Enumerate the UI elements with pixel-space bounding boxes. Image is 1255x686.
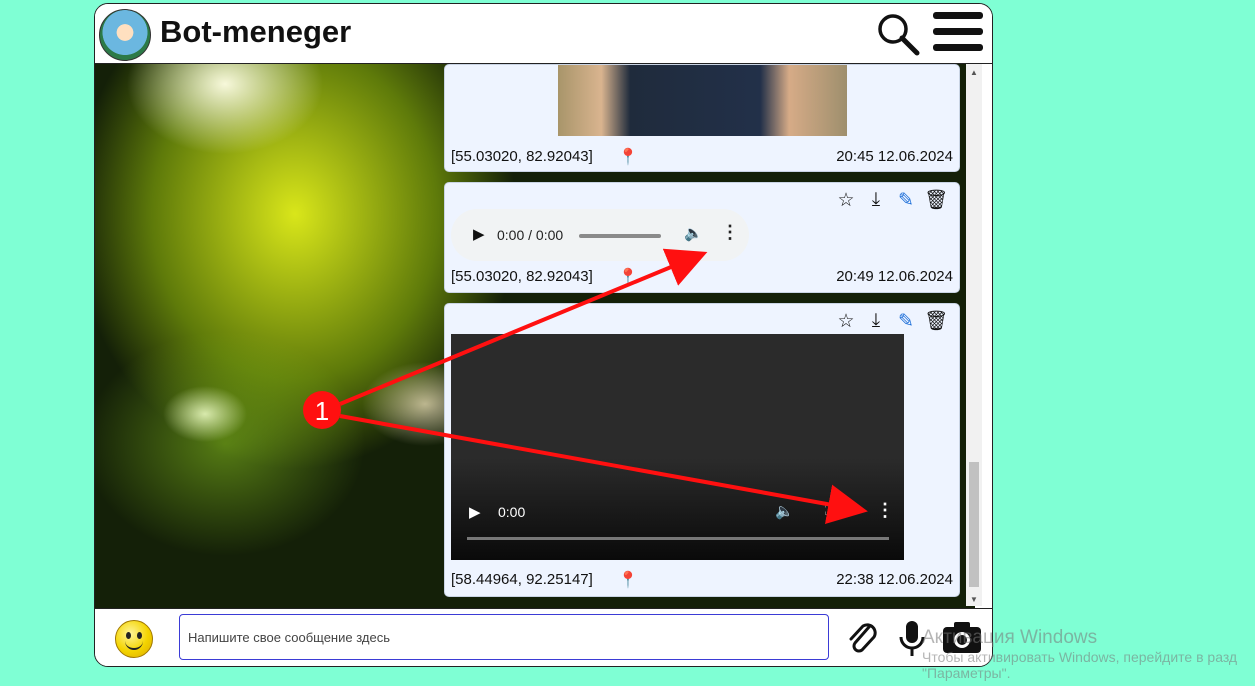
location-pin-icon[interactable]: 📍 <box>618 570 638 590</box>
audio-time: 0:00 / 0:00 <box>497 227 564 243</box>
star-icon[interactable]: ☆ <box>835 189 857 211</box>
hamburger-menu-icon[interactable] <box>933 12 983 56</box>
edit-pencil-icon[interactable]: ✎ <box>895 310 917 332</box>
location-pin-icon[interactable]: 📍 <box>618 267 638 287</box>
location-pin-icon[interactable]: 📍 <box>618 147 638 167</box>
message-timestamp: 20:49 12.06.2024 <box>836 268 953 285</box>
audio-seek-bar[interactable] <box>579 234 661 238</box>
composer-footer <box>95 608 992 666</box>
chat-scrollbar[interactable]: ▲ ▼ <box>966 64 982 606</box>
more-options-icon[interactable]: ⋮ <box>721 222 739 243</box>
message-audio: ☆ ⤓ ✎ 🗑 ▶ 0:00 / 0:00 🔈 ⋮ [55.03020, 82.… <box>444 182 960 293</box>
play-icon[interactable]: ▶ <box>469 503 481 521</box>
smiley-icon[interactable] <box>115 620 153 658</box>
audio-player[interactable]: ▶ 0:00 / 0:00 🔈 ⋮ <box>451 209 749 261</box>
scroll-up-icon[interactable]: ▲ <box>970 68 978 77</box>
message-actions: ☆ ⤓ ✎ 🗑 <box>835 189 948 211</box>
play-icon[interactable]: ▶ <box>473 225 485 243</box>
scrollbar-thumb[interactable] <box>969 462 979 587</box>
message-timestamp: 22:38 12.06.2024 <box>836 571 953 588</box>
volume-icon[interactable]: 🔈 <box>684 224 703 242</box>
download-icon[interactable]: ⤓ <box>865 189 887 211</box>
message-video: ☆ ⤓ ✎ 🗑 ▶ 0:00 🔈 ⛶ ⋮ [58.44964, 92.25147… <box>444 303 960 597</box>
download-icon[interactable]: ⤓ <box>865 310 887 332</box>
app-header: Bot-meneger <box>95 4 992 64</box>
delete-icon[interactable]: 🗑 <box>924 310 948 332</box>
message-timestamp: 20:45 12.06.2024 <box>836 148 953 165</box>
message-actions: ☆ ⤓ ✎ 🗑 <box>835 310 948 332</box>
watermark-line: Чтобы активировать Windows, перейдите в … <box>922 649 1238 665</box>
messenger-window: Bot-meneger [55.03020, 82.92043] 📍 20:45… <box>94 3 993 667</box>
video-time: 0:00 <box>498 504 526 520</box>
video-seek-bar[interactable] <box>467 537 889 540</box>
windows-activation-watermark: Активация Windows Чтобы активировать Win… <box>922 627 1237 681</box>
fullscreen-icon[interactable]: ⛶ <box>825 502 836 519</box>
app-title: Bot-meneger <box>160 14 352 49</box>
robot-avatar-icon[interactable] <box>99 9 151 61</box>
message-image: [55.03020, 82.92043] 📍 20:45 12.06.2024 <box>444 64 960 172</box>
message-coords: [55.03020, 82.92043] <box>451 148 593 165</box>
message-coords: [58.44964, 92.25147] <box>451 571 593 588</box>
delete-icon[interactable]: 🗑 <box>924 189 948 211</box>
edit-pencil-icon[interactable]: ✎ <box>895 189 917 211</box>
watermark-line: "Параметры". <box>922 665 1011 681</box>
search-icon[interactable] <box>875 11 921 57</box>
message-input[interactable] <box>179 614 829 660</box>
message-coords: [55.03020, 82.92043] <box>451 268 593 285</box>
watermark-title: Активация Windows <box>922 627 1098 648</box>
paperclip-icon[interactable] <box>845 619 881 657</box>
star-icon[interactable]: ☆ <box>835 310 857 332</box>
scroll-down-icon[interactable]: ▼ <box>970 595 978 604</box>
message-photo[interactable] <box>558 65 847 136</box>
video-player[interactable]: ▶ 0:00 🔈 ⛶ ⋮ <box>451 334 904 560</box>
volume-icon[interactable]: 🔈 <box>775 502 794 520</box>
more-options-icon[interactable]: ⋮ <box>876 500 894 521</box>
